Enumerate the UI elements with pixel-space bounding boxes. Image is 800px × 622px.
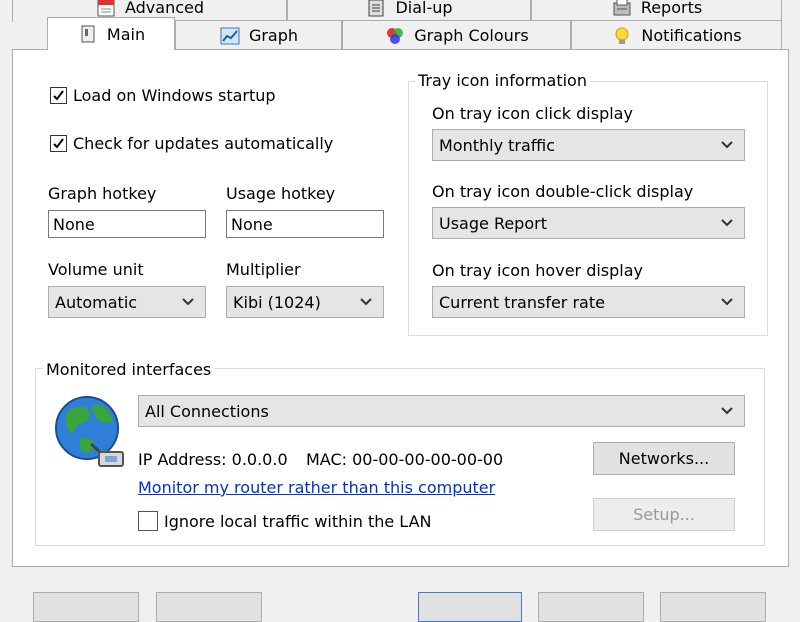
checkmark-icon [53, 138, 64, 149]
check-updates-label: Check for updates automatically [73, 134, 334, 153]
volume-unit-value: Automatic [55, 292, 138, 312]
checkbox-box[interactable] [50, 135, 67, 152]
tray-click-value: Monthly traffic [439, 135, 556, 155]
tab-notifications-label: Notifications [641, 26, 742, 45]
tray-hover-label: On tray icon hover display [432, 261, 644, 280]
tab-advanced-label: Advanced [124, 0, 205, 17]
chevron-down-icon [721, 141, 733, 149]
checkmark-icon [53, 90, 64, 101]
ignore-lan-label: Ignore local traffic within the LAN [164, 511, 432, 531]
tray-icon-group-title: Tray icon information [415, 71, 590, 90]
tab-dial-up-label: Dial-up [395, 0, 453, 17]
tab-reports-label: Reports [640, 0, 703, 17]
phone-book-icon [365, 0, 387, 19]
volume-unit-label: Volume unit [48, 260, 144, 279]
monitor-router-link[interactable]: Monitor my router rather than this compu… [138, 478, 495, 497]
chevron-down-icon [721, 219, 733, 227]
dialog-button[interactable] [156, 592, 262, 622]
tab-reports[interactable]: Reports [531, 0, 782, 22]
tray-double-click-label: On tray icon double-click display [432, 182, 694, 201]
graph-hotkey-field[interactable]: None [48, 210, 206, 238]
calendar-icon [95, 0, 117, 19]
ip-address-text: IP Address: 0.0.0.0 [138, 450, 288, 469]
ignore-lan-checkbox[interactable]: Ignore local traffic within the LAN [138, 511, 432, 531]
tab-notifications[interactable]: Notifications [571, 20, 782, 50]
chevron-down-icon [182, 298, 194, 306]
chevron-down-icon [360, 298, 372, 306]
chevron-down-icon [721, 407, 733, 415]
graph-hotkey-label: Graph hotkey [48, 184, 157, 203]
tray-double-click-value: Usage Report [439, 213, 547, 233]
tab-dial-up[interactable]: Dial-up [287, 0, 531, 22]
multiplier-value: Kibi (1024) [233, 292, 321, 312]
tab-graph-colours-label: Graph Colours [414, 26, 529, 45]
check-updates-checkbox[interactable]: Check for updates automatically [50, 134, 333, 153]
load-on-startup-label: Load on Windows startup [73, 86, 276, 105]
tray-click-select[interactable]: Monthly traffic [432, 129, 745, 161]
load-on-startup-checkbox[interactable]: Load on Windows startup [50, 86, 276, 105]
report-icon [611, 0, 633, 19]
dialog-button[interactable] [538, 592, 644, 622]
checkbox-box[interactable] [138, 511, 158, 531]
monitored-interfaces-title: Monitored interfaces [43, 360, 215, 379]
main-tab-page: Load on Windows startup Check for update… [12, 49, 789, 567]
tab-main[interactable]: Main [47, 17, 175, 50]
tab-main-label: Main [106, 24, 146, 44]
tray-hover-value: Current transfer rate [439, 292, 605, 312]
tab-graph[interactable]: Graph [175, 20, 342, 50]
usage-hotkey-label: Usage hotkey [226, 184, 336, 203]
tray-click-label: On tray icon click display [432, 104, 633, 123]
setup-button[interactable]: Setup... [593, 498, 735, 531]
usage-hotkey-field[interactable]: None [226, 210, 384, 238]
tab-graph-label: Graph [248, 26, 299, 45]
multiplier-label: Multiplier [226, 260, 301, 279]
tray-hover-select[interactable]: Current transfer rate [432, 286, 745, 318]
lightbulb-icon [611, 25, 633, 47]
checkbox-box[interactable] [50, 87, 67, 104]
network-globe-icon [51, 392, 131, 476]
multiplier-select[interactable]: Kibi (1024) [226, 286, 384, 318]
graph-icon [219, 25, 241, 47]
dialog-button[interactable] [33, 592, 139, 622]
dialog-button[interactable] [418, 592, 522, 622]
networks-button[interactable]: Networks... [593, 442, 735, 475]
main-page-icon [77, 23, 99, 45]
mac-address-text: MAC: 00-00-00-00-00-00 [306, 450, 504, 469]
colours-icon [384, 25, 406, 47]
dialog-button[interactable] [660, 592, 766, 622]
interface-value: All Connections [145, 401, 269, 421]
volume-unit-select[interactable]: Automatic [48, 286, 206, 318]
interface-select[interactable]: All Connections [138, 395, 745, 427]
chevron-down-icon [721, 298, 733, 306]
tray-double-click-select[interactable]: Usage Report [432, 207, 745, 239]
tab-graph-colours[interactable]: Graph Colours [342, 20, 571, 50]
